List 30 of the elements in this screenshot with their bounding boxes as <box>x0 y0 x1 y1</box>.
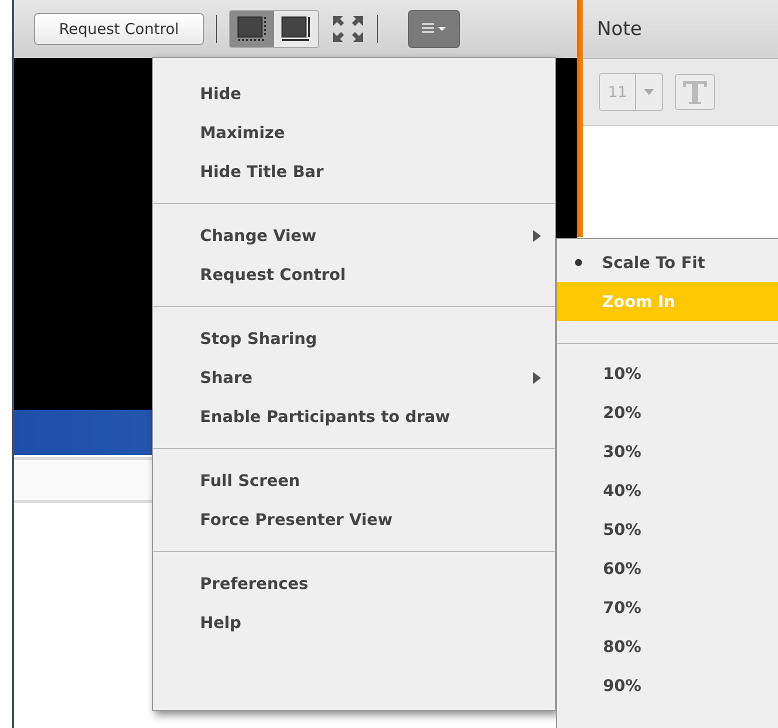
submenu-item[interactable]: 10% <box>557 354 778 393</box>
pod-title: Note <box>597 18 642 40</box>
request-control-button[interactable]: Request Control <box>34 13 204 45</box>
menu-item[interactable]: Share <box>153 358 555 397</box>
menu-item[interactable]: Change View <box>153 216 555 255</box>
menu-item[interactable]: Force Presenter View <box>153 500 555 539</box>
submenu-item[interactable]: 30% <box>557 432 778 471</box>
menu-item[interactable]: Stop Sharing <box>153 319 555 358</box>
submenu-item[interactable]: 60% <box>557 549 778 588</box>
menu-item[interactable]: Maximize <box>153 113 555 152</box>
submenu-arrow-icon <box>533 230 541 242</box>
menu-button[interactable] <box>408 10 460 48</box>
submenu-item[interactable]: 70% <box>557 588 778 627</box>
submenu-item[interactable]: Scale To Fit <box>557 243 778 282</box>
menu-item[interactable]: Preferences <box>153 564 555 603</box>
menu-item[interactable]: Request Control <box>153 255 555 294</box>
fullscreen-icon[interactable] <box>330 14 365 44</box>
view-layout-button[interactable] <box>274 11 318 47</box>
submenu-item[interactable]: 80% <box>557 627 778 666</box>
bullet-icon <box>575 259 582 266</box>
submenu-item[interactable]: 90% <box>557 666 778 705</box>
submenu-item[interactable]: 40% <box>557 471 778 510</box>
menu-item[interactable]: Hide Title Bar <box>153 152 555 191</box>
submenu-item[interactable]: 50% <box>557 510 778 549</box>
menu-item[interactable]: Help <box>153 603 555 642</box>
menu-item[interactable]: Enable Participants to draw <box>153 397 555 436</box>
menu-item[interactable]: Full Screen <box>153 461 555 500</box>
submenu-arrow-icon <box>533 372 541 384</box>
submenu-item[interactable]: 20% <box>557 393 778 432</box>
menu-item[interactable]: Hide <box>153 74 555 113</box>
